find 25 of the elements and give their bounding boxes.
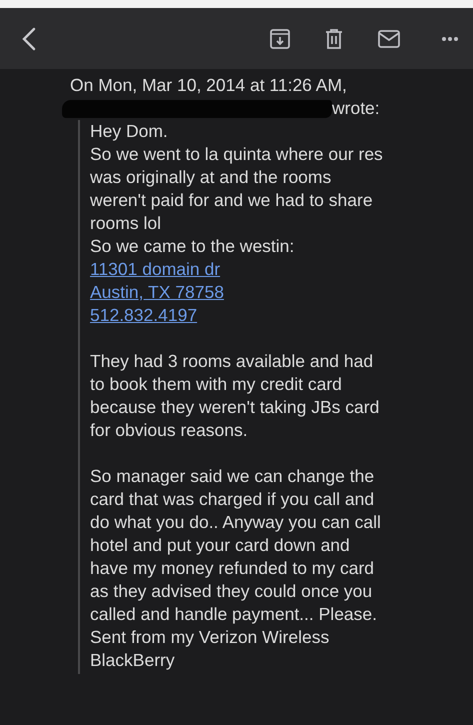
message-line: for obvious reasons. [90,419,249,442]
message-line: have my money refunded to my card [90,557,376,580]
message-line: card that was charged if you call and [90,488,376,511]
message-line: So we came to the westin: [90,235,296,258]
quote-date-text: On Mon, Mar 10, 2014 at 11:26 AM, [70,74,348,97]
message-line: called and handle payment... Please. [90,603,378,626]
message-line: hotel and put your card down and [90,534,351,557]
message-line: because they weren't taking JBs card [90,396,380,419]
message-line: weren't paid for and we had to share [90,189,374,212]
message-line: BlackBerry [90,649,176,672]
message-line: Sent from my Verizon Wireless [90,626,330,649]
message-line: rooms lol [90,212,162,235]
message-line: They had 3 rooms available and had [90,350,374,373]
message-line: Hey Dom. [90,120,169,143]
message-link[interactable]: 11301 domain dr [90,259,220,279]
message-link[interactable]: Austin, TX 78758 [90,282,224,302]
message-line: So we went to la quinta where our res [90,143,384,166]
wrote-text: wrote: [332,97,380,120]
message-line: So manager said we can change the [90,465,376,488]
message-link[interactable]: 512.832.4197 [90,305,198,325]
message-line: do what you do.. Anyway you can call [90,511,382,534]
more-icon [441,36,459,42]
message-line: was originally at and the rooms [90,166,332,189]
message-line: as they advised they could once you [90,580,374,603]
message-line: to book them with my credit card [90,373,343,396]
